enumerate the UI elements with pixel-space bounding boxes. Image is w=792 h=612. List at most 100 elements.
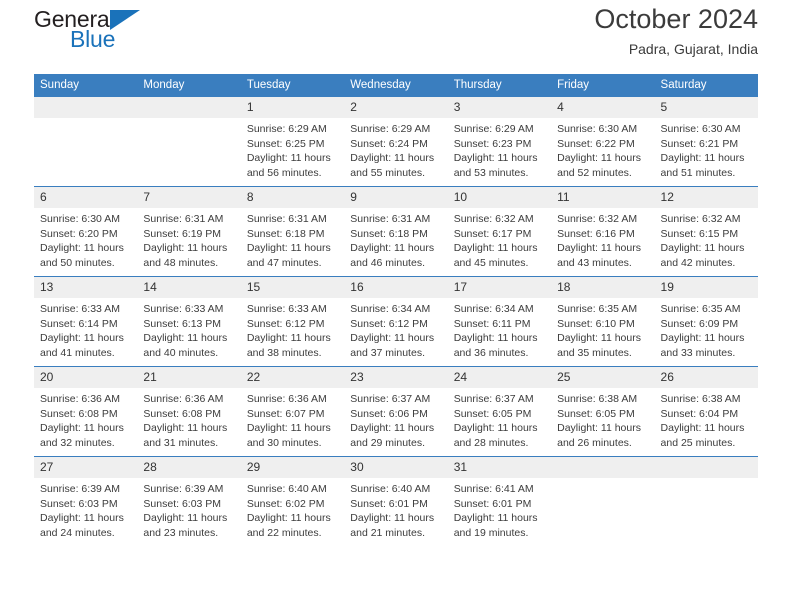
calendar-day-cell[interactable]: 26 Sunrise: 6:38 AM Sunset: 6:04 PM Dayligh… xyxy=(654,366,758,457)
daylight-text-line1: Daylight: 11 hours xyxy=(40,512,124,525)
sunset-text: Sunset: 6:10 PM xyxy=(557,317,635,330)
day-details: Sunrise: 6:37 AM Sunset: 6:05 PM Daylight:… xyxy=(448,388,551,450)
daylight-text-line1: Daylight: 11 hours xyxy=(557,152,641,165)
daylight-text-line1: Daylight: 11 hours xyxy=(350,332,435,345)
day-cell-inner: 20 Sunrise: 6:36 AM Sunset: 6:08 PM Dayligh… xyxy=(34,367,138,456)
weekday-header-thursday: Thursday xyxy=(447,74,552,97)
daylight-text-line2: and 50 minutes. xyxy=(40,256,115,269)
day-number: 6 xyxy=(34,187,138,208)
calendar-day-cell[interactable]: 22 Sunrise: 6:36 AM Sunset: 6:07 PM Dayligh… xyxy=(240,366,345,457)
day-details: Sunrise: 6:38 AM Sunset: 6:04 PM Daylight:… xyxy=(655,388,758,450)
day-number: 31 xyxy=(447,457,552,478)
page-header: General Blue October 2024 Padra, Gujarat… xyxy=(34,0,758,74)
calendar-day-cell[interactable]: 16 Sunrise: 6:34 AM Sunset: 6:12 PM Dayligh… xyxy=(344,276,448,367)
calendar-day-cell[interactable]: 8 Sunrise: 6:31 AM Sunset: 6:18 PM Daylight… xyxy=(240,186,345,277)
daylight-text-line1: Daylight: 11 hours xyxy=(660,242,745,255)
day-cell-inner: 1 Sunrise: 6:29 AM Sunset: 6:25 PM Daylight… xyxy=(240,97,345,186)
sunrise-text: Sunrise: 6:34 AM xyxy=(350,303,431,315)
calendar-day-cell[interactable]: 28 Sunrise: 6:39 AM Sunset: 6:03 PM Dayligh… xyxy=(137,456,241,546)
calendar-day-cell[interactable]: 25 Sunrise: 6:38 AM Sunset: 6:05 PM Dayligh… xyxy=(551,366,655,457)
daylight-text-line1: Daylight: 11 hours xyxy=(453,512,538,525)
calendar-day-cell[interactable]: 19 Sunrise: 6:35 AM Sunset: 6:09 PM Dayligh… xyxy=(654,276,758,367)
day-details: Sunrise: 6:29 AM Sunset: 6:24 PM Daylight:… xyxy=(344,118,447,180)
calendar-day-cell[interactable]: 4 Sunrise: 6:30 AM Sunset: 6:22 PM Daylight… xyxy=(551,96,655,187)
day-details xyxy=(551,478,654,482)
calendar-day-cell[interactable]: 31 Sunrise: 6:41 AM Sunset: 6:01 PM Dayligh… xyxy=(447,456,552,546)
calendar-day-cell[interactable]: 3 Sunrise: 6:29 AM Sunset: 6:23 PM Daylight… xyxy=(447,96,552,187)
daylight-text-line2: and 56 minutes. xyxy=(246,166,322,179)
calendar-day-cell[interactable]: 17 Sunrise: 6:34 AM Sunset: 6:11 PM Dayligh… xyxy=(447,276,552,367)
calendar-day-cell[interactable]: 10 Sunrise: 6:32 AM Sunset: 6:17 PM Dayligh… xyxy=(447,186,552,277)
day-details: Sunrise: 6:39 AM Sunset: 6:03 PM Daylight:… xyxy=(34,478,137,540)
daylight-text-line2: and 40 minutes. xyxy=(143,346,219,359)
sunset-text: Sunset: 6:15 PM xyxy=(660,227,739,240)
day-number xyxy=(551,457,655,478)
calendar-day-cell[interactable]: 5 Sunrise: 6:30 AM Sunset: 6:21 PM Daylight… xyxy=(654,96,758,187)
day-cell-inner: 15 Sunrise: 6:33 AM Sunset: 6:12 PM Dayligh… xyxy=(240,277,345,366)
day-details: Sunrise: 6:39 AM Sunset: 6:03 PM Daylight:… xyxy=(137,478,240,540)
day-cell-inner: 27 Sunrise: 6:39 AM Sunset: 6:03 PM Dayligh… xyxy=(34,457,138,546)
daylight-text-line2: and 52 minutes. xyxy=(557,166,632,179)
calendar-day-cell[interactable]: 1 Sunrise: 6:29 AM Sunset: 6:25 PM Daylight… xyxy=(240,96,345,187)
sunset-text: Sunset: 6:12 PM xyxy=(246,317,325,330)
calendar-day-cell-empty xyxy=(551,456,655,546)
day-details: Sunrise: 6:36 AM Sunset: 6:07 PM Daylight:… xyxy=(241,388,344,450)
day-number xyxy=(34,97,138,118)
day-number: 5 xyxy=(654,97,758,118)
sunrise-text: Sunrise: 6:35 AM xyxy=(557,303,638,315)
daylight-text-line1: Daylight: 11 hours xyxy=(246,332,331,345)
day-cell-inner: 17 Sunrise: 6:34 AM Sunset: 6:11 PM Dayligh… xyxy=(447,277,552,366)
day-cell-inner: 11 Sunrise: 6:32 AM Sunset: 6:16 PM Dayligh… xyxy=(551,187,655,276)
day-cell-inner: 18 Sunrise: 6:35 AM Sunset: 6:10 PM Dayligh… xyxy=(551,277,655,366)
sunrise-text: Sunrise: 6:30 AM xyxy=(40,213,120,225)
day-cell-inner: 25 Sunrise: 6:38 AM Sunset: 6:05 PM Dayligh… xyxy=(551,367,655,456)
sunset-text: Sunset: 6:03 PM xyxy=(143,497,222,510)
calendar-day-cell[interactable]: 12 Sunrise: 6:32 AM Sunset: 6:15 PM Dayligh… xyxy=(654,186,758,277)
calendar-page: General Blue October 2024 Padra, Gujarat… xyxy=(0,0,792,612)
daylight-text-line2: and 26 minutes. xyxy=(557,436,632,449)
sunrise-text: Sunrise: 6:41 AM xyxy=(453,483,534,495)
calendar-day-cell[interactable]: 6 Sunrise: 6:30 AM Sunset: 6:20 PM Daylight… xyxy=(34,186,138,277)
day-number: 21 xyxy=(137,367,241,388)
calendar-day-cell[interactable]: 23 Sunrise: 6:37 AM Sunset: 6:06 PM Dayligh… xyxy=(344,366,448,457)
calendar-day-cell[interactable]: 11 Sunrise: 6:32 AM Sunset: 6:16 PM Dayligh… xyxy=(551,186,655,277)
day-number: 17 xyxy=(447,277,552,298)
calendar-day-cell[interactable]: 20 Sunrise: 6:36 AM Sunset: 6:08 PM Dayligh… xyxy=(34,366,138,457)
calendar-day-cell[interactable]: 29 Sunrise: 6:40 AM Sunset: 6:02 PM Dayligh… xyxy=(240,456,345,546)
calendar-day-cell[interactable]: 15 Sunrise: 6:33 AM Sunset: 6:12 PM Dayligh… xyxy=(240,276,345,367)
daylight-text-line2: and 24 minutes. xyxy=(40,526,115,539)
sunrise-text: Sunrise: 6:33 AM xyxy=(40,303,120,315)
calendar-day-cell[interactable]: 2 Sunrise: 6:29 AM Sunset: 6:24 PM Daylight… xyxy=(344,96,448,187)
daylight-text-line1: Daylight: 11 hours xyxy=(143,422,228,435)
calendar-day-cell[interactable]: 24 Sunrise: 6:37 AM Sunset: 6:05 PM Dayligh… xyxy=(447,366,552,457)
sunrise-text: Sunrise: 6:32 AM xyxy=(557,213,638,225)
calendar-day-cell[interactable]: 13 Sunrise: 6:33 AM Sunset: 6:14 PM Dayligh… xyxy=(34,276,138,367)
daylight-text-line1: Daylight: 11 hours xyxy=(246,422,331,435)
day-number: 24 xyxy=(447,367,552,388)
weekday-header-row: Sunday Monday Tuesday Wednesday Thursday… xyxy=(34,74,758,97)
general-blue-logo[interactable]: General Blue xyxy=(34,0,141,51)
calendar-day-cell[interactable]: 9 Sunrise: 6:31 AM Sunset: 6:18 PM Daylight… xyxy=(344,186,448,277)
day-number: 2 xyxy=(344,97,448,118)
daylight-text-line1: Daylight: 11 hours xyxy=(660,152,745,165)
sunrise-text: Sunrise: 6:33 AM xyxy=(246,303,327,315)
day-cell-inner: 26 Sunrise: 6:38 AM Sunset: 6:04 PM Dayligh… xyxy=(654,367,758,456)
calendar-day-cell[interactable]: 27 Sunrise: 6:39 AM Sunset: 6:03 PM Dayligh… xyxy=(34,456,138,546)
sunset-text: Sunset: 6:18 PM xyxy=(246,227,325,240)
day-number: 14 xyxy=(137,277,241,298)
day-cell-inner: 29 Sunrise: 6:40 AM Sunset: 6:02 PM Dayligh… xyxy=(240,457,345,546)
daylight-text-line1: Daylight: 11 hours xyxy=(557,242,641,255)
daylight-text-line1: Daylight: 11 hours xyxy=(453,242,538,255)
sunset-text: Sunset: 6:18 PM xyxy=(350,227,428,240)
calendar-day-cell[interactable]: 21 Sunrise: 6:36 AM Sunset: 6:08 PM Dayligh… xyxy=(137,366,241,457)
daylight-text-line1: Daylight: 11 hours xyxy=(453,422,538,435)
calendar-day-cell[interactable]: 18 Sunrise: 6:35 AM Sunset: 6:10 PM Dayligh… xyxy=(551,276,655,367)
calendar-day-cell[interactable]: 14 Sunrise: 6:33 AM Sunset: 6:13 PM Dayligh… xyxy=(137,276,241,367)
sunrise-text: Sunrise: 6:32 AM xyxy=(453,213,534,225)
calendar-day-cell[interactable]: 30 Sunrise: 6:40 AM Sunset: 6:01 PM Dayligh… xyxy=(344,456,448,546)
calendar-day-cell[interactable]: 7 Sunrise: 6:31 AM Sunset: 6:19 PM Daylight… xyxy=(137,186,241,277)
day-number: 29 xyxy=(240,457,345,478)
sunrise-text: Sunrise: 6:29 AM xyxy=(453,123,534,135)
daylight-text-line2: and 31 minutes. xyxy=(143,436,219,449)
day-number xyxy=(137,97,241,118)
